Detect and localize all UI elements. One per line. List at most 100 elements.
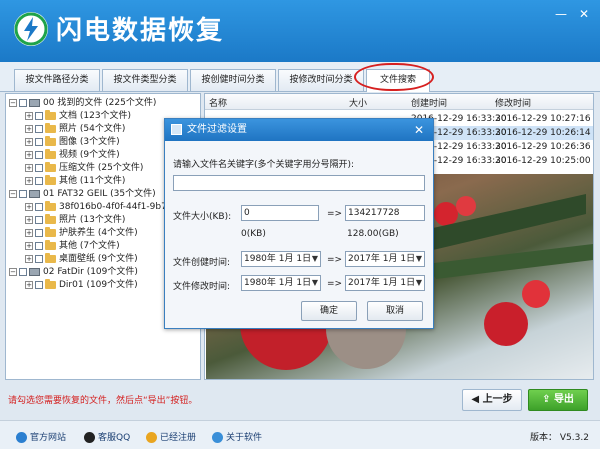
size-label: 文件大小(KB):: [173, 212, 232, 222]
previous-step-button[interactable]: ◀ 上一步: [462, 389, 522, 411]
created-to-date[interactable]: 2017年 1月 1日 ▼: [345, 251, 425, 267]
tree-node[interactable]: + 其他 (7个文件): [25, 240, 120, 252]
tree-node[interactable]: + Dir01 (109个文件): [25, 279, 138, 291]
tab-by-modified-time[interactable]: 按修改时间分类: [278, 69, 364, 91]
size-min-input[interactable]: 0: [241, 205, 319, 221]
export-hint: 请勾选您需要恢复的文件，然后点“导出”按钮。: [8, 396, 198, 406]
tree-checkbox[interactable]: [19, 268, 27, 276]
tree-checkbox[interactable]: [35, 112, 43, 120]
tree-checkbox[interactable]: [35, 216, 43, 224]
expand-icon[interactable]: +: [25, 242, 33, 250]
folder-icon: [45, 136, 56, 146]
collapse-icon[interactable]: −: [9, 99, 17, 107]
tab-by-path[interactable]: 按文件路径分类: [14, 69, 100, 91]
dialog-title: 文件过滤设置: [187, 124, 247, 135]
expand-icon[interactable]: +: [25, 281, 33, 289]
column-name[interactable]: 名称: [209, 96, 227, 109]
tree-node-found[interactable]: −00 找到的文件 (225个文件): [9, 97, 156, 109]
tree-node[interactable]: + 压缩文件 (25个文件): [25, 162, 143, 174]
collapse-icon[interactable]: −: [9, 190, 17, 198]
tree-checkbox[interactable]: [19, 190, 27, 198]
tree-checkbox[interactable]: [35, 203, 43, 211]
tree-checkbox[interactable]: [35, 125, 43, 133]
collapse-icon[interactable]: −: [9, 268, 17, 276]
tree-checkbox[interactable]: [19, 99, 27, 107]
tree-node[interactable]: + 护肤养生 (4个文件): [25, 227, 138, 239]
tree-node[interactable]: +38f016b0-4f0f-44f1-9b79-2: [25, 201, 182, 213]
folder-icon: [45, 214, 56, 224]
support-qq-link[interactable]: 客服QQ: [84, 430, 130, 443]
file-filter-dialog: 文件过滤设置 ✕ 请输入文件名关键字(多个关键字用分号隔开): 文件大小(KB)…: [164, 118, 434, 329]
expand-icon[interactable]: +: [25, 255, 33, 263]
tree-checkbox[interactable]: [35, 138, 43, 146]
tree-checkbox[interactable]: [35, 229, 43, 237]
tree-node[interactable]: + 照片 (54个文件): [25, 123, 125, 135]
minimize-button[interactable]: —: [552, 6, 570, 22]
folder-icon: [45, 123, 56, 133]
ok-button[interactable]: 确定: [301, 301, 357, 321]
tree-checkbox[interactable]: [35, 281, 43, 289]
tree-checkbox[interactable]: [35, 164, 43, 172]
expand-icon[interactable]: +: [25, 112, 33, 120]
dropdown-arrow-icon: ▼: [415, 254, 422, 263]
tree-checkbox[interactable]: [35, 242, 43, 250]
drive-icon: [29, 268, 40, 276]
modified-from-date[interactable]: 1980年 1月 1日 ▼: [241, 275, 321, 291]
globe-icon: [16, 432, 27, 443]
info-icon: [212, 432, 223, 443]
folder-icon: [45, 110, 56, 120]
registered-link[interactable]: 已经注册: [146, 430, 196, 443]
tree-node-fat32[interactable]: −01 FAT32 GEIL (35个文件): [9, 188, 156, 200]
tree-node-fatdir[interactable]: −02 FatDir (109个文件): [9, 266, 138, 278]
modified-time-label: 文件修改时间:: [173, 282, 231, 292]
dialog-close-button[interactable]: ✕: [409, 119, 429, 141]
close-window-button[interactable]: ✕: [575, 6, 593, 22]
expand-icon[interactable]: +: [25, 177, 33, 185]
expand-icon[interactable]: +: [25, 138, 33, 146]
tree-node[interactable]: + 视频 (9个文件): [25, 149, 120, 161]
column-size[interactable]: 大小: [349, 96, 367, 109]
folder-icon: [45, 201, 56, 211]
size-min-hint: 0(KB): [241, 229, 266, 239]
cancel-button[interactable]: 取消: [367, 301, 423, 321]
expand-icon[interactable]: +: [25, 216, 33, 224]
created-time-label: 文件创健时间:: [173, 258, 231, 268]
expand-icon[interactable]: +: [25, 125, 33, 133]
tree-node[interactable]: + 图像 (3个文件): [25, 136, 120, 148]
tab-by-type[interactable]: 按文件类型分类: [102, 69, 188, 91]
expand-icon[interactable]: +: [25, 203, 33, 211]
dropdown-arrow-icon: ▼: [311, 254, 318, 263]
tree-node[interactable]: + 其他 (11个文件): [25, 175, 125, 187]
tab-by-created-time[interactable]: 按创健时间分类: [190, 69, 276, 91]
official-site-link[interactable]: 官方网站: [16, 430, 66, 443]
folder-icon: [45, 162, 56, 172]
expand-icon[interactable]: +: [25, 164, 33, 172]
tree-checkbox[interactable]: [35, 177, 43, 185]
expand-icon[interactable]: +: [25, 151, 33, 159]
qq-icon: [84, 432, 95, 443]
folder-icon: [45, 227, 56, 237]
export-button[interactable]: ⇪ 导出: [528, 389, 588, 411]
version-label: 版本： V5.3.2: [530, 433, 589, 443]
tree-checkbox[interactable]: [35, 151, 43, 159]
dropdown-arrow-icon: ▼: [415, 278, 422, 287]
key-icon: [146, 432, 157, 443]
tab-highlight-circle: [354, 63, 434, 91]
folder-icon: [45, 175, 56, 185]
size-max-input[interactable]: 134217728: [345, 205, 425, 221]
keyword-input[interactable]: [173, 175, 425, 191]
column-modified[interactable]: 修改时间: [495, 96, 531, 109]
column-created[interactable]: 创建时间: [411, 96, 447, 109]
created-from-date[interactable]: 1980年 1月 1日 ▼: [241, 251, 321, 267]
tree-node[interactable]: + 桌面壁纸 (9个文件): [25, 253, 138, 265]
folder-icon: [45, 149, 56, 159]
tree-node[interactable]: + 文档 (123个文件): [25, 110, 131, 122]
modified-to-date[interactable]: 2017年 1月 1日 ▼: [345, 275, 425, 291]
expand-icon[interactable]: +: [25, 229, 33, 237]
size-max-hint: 128.00(GB): [347, 229, 399, 239]
about-link[interactable]: 关于软件: [212, 430, 262, 443]
tree-node[interactable]: + 照片 (13个文件): [25, 214, 125, 226]
tab-bar: 按文件路径分类 按文件类型分类 按创健时间分类 按修改时间分类 文件搜索: [0, 62, 600, 92]
export-icon: ⇪: [542, 394, 554, 405]
tree-checkbox[interactable]: [35, 255, 43, 263]
